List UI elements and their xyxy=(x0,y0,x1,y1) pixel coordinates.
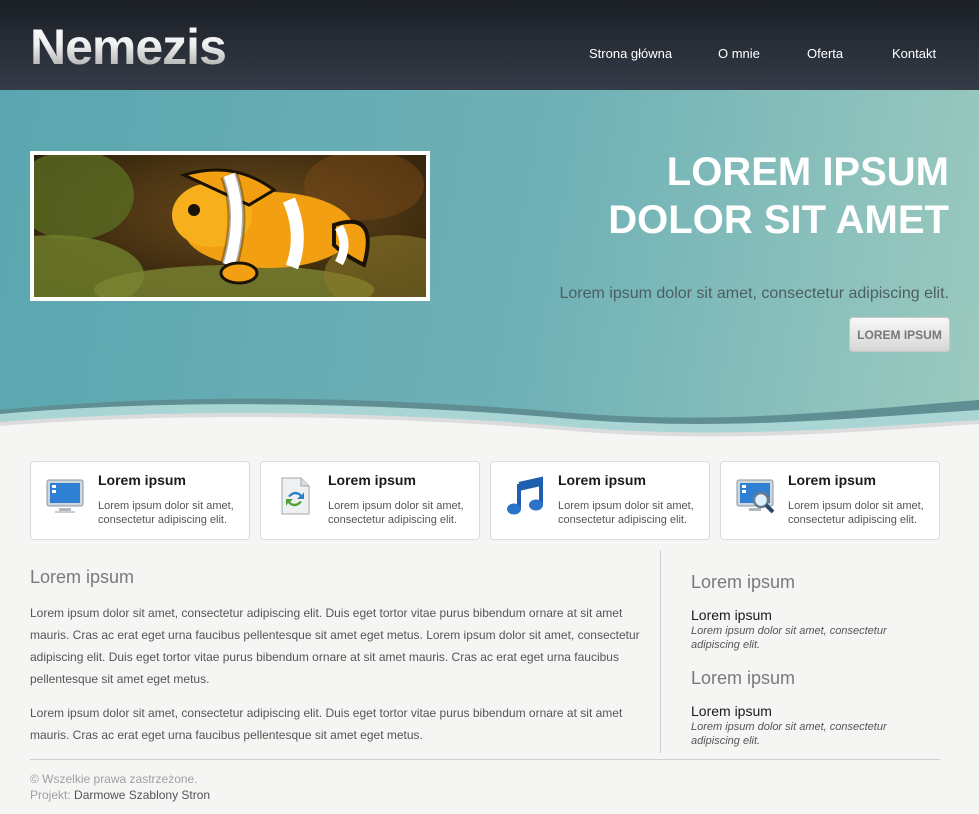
feature-text: Lorem ipsum dolor sit amet, consectetur … xyxy=(328,500,464,526)
feature-title: Lorem ipsum xyxy=(788,472,876,488)
hero-title-line2: DOLOR SIT AMET xyxy=(608,198,949,242)
hero-cta-button[interactable]: LOREM IPSUM xyxy=(849,317,950,352)
feature-box-2[interactable]: Lorem ipsum Lorem ipsum dolor sit amet, … xyxy=(260,461,480,540)
sidebar-item-desc: Lorem ipsum dolor sit amet, consectetur … xyxy=(691,625,887,651)
footer-divider xyxy=(30,759,940,760)
feature-text: Lorem ipsum dolor sit amet, consectetur … xyxy=(98,500,234,526)
hero-title-line1: LOREM IPSUM xyxy=(666,150,949,194)
footer-project-label: Projekt: xyxy=(30,788,71,802)
nav-item-home[interactable]: Strona główna xyxy=(589,46,672,61)
music-note-icon xyxy=(507,476,543,515)
feature-box-3[interactable]: Lorem ipsum Lorem ipsum dolor sit amet, … xyxy=(490,461,710,540)
nav-item-about[interactable]: O mnie xyxy=(718,46,760,61)
sidebar-item-title[interactable]: Lorem ipsum xyxy=(691,703,772,719)
footer-project-link[interactable]: Darmowe Szablony Stron xyxy=(74,788,210,802)
main-paragraph-1: Lorem ipsum dolor sit amet, consectetur … xyxy=(30,606,640,686)
nav-item-contact[interactable]: Kontakt xyxy=(892,46,936,61)
monitor-search-icon xyxy=(736,479,775,514)
feature-text: Lorem ipsum dolor sit amet, consectetur … xyxy=(558,500,694,526)
sidebar-item-desc: Lorem ipsum dolor sit amet, consectetur … xyxy=(691,721,887,747)
hero-wave-divider xyxy=(0,398,979,440)
feature-box-1[interactable]: Lorem ipsum Lorem ipsum dolor sit amet, … xyxy=(30,461,250,540)
main-paragraph-2: Lorem ipsum dolor sit amet, consectetur … xyxy=(30,706,623,742)
clownfish-photo xyxy=(34,155,426,297)
monitor-icon xyxy=(46,479,84,513)
hero-subtitle: Lorem ipsum dolor sit amet, consectetur … xyxy=(559,285,949,302)
footer-copyright: © Wszelkie prawa zastrzeżone. xyxy=(30,772,198,786)
hero-banner: LOREM IPSUM DOLOR SIT AMET Lorem ipsum d… xyxy=(0,90,979,440)
main-heading: Lorem ipsum xyxy=(30,567,135,587)
feature-title: Lorem ipsum xyxy=(98,472,186,488)
site-header: Nemezis Strona główna O mnie Oferta Kont… xyxy=(0,0,979,90)
sidebar-heading: Lorem ipsum xyxy=(691,668,796,688)
feature-title: Lorem ipsum xyxy=(328,472,416,488)
content-divider xyxy=(660,550,661,753)
footer-project: Projekt: Darmowe Szablony Stron xyxy=(30,788,210,802)
file-refresh-icon xyxy=(281,477,310,515)
feature-text: Lorem ipsum dolor sit amet, consectetur … xyxy=(788,500,924,526)
sidebar-item-title[interactable]: Lorem ipsum xyxy=(691,607,772,623)
sidebar-heading: Lorem ipsum xyxy=(691,572,796,592)
feature-box-4[interactable]: Lorem ipsum Lorem ipsum dolor sit amet, … xyxy=(720,461,940,540)
hero-title: LOREM IPSUM DOLOR SIT AMET xyxy=(608,148,949,244)
hero-image xyxy=(30,151,430,301)
feature-title: Lorem ipsum xyxy=(558,472,646,488)
site-logo[interactable]: Nemezis xyxy=(30,18,227,76)
nav-item-offer[interactable]: Oferta xyxy=(807,46,843,61)
